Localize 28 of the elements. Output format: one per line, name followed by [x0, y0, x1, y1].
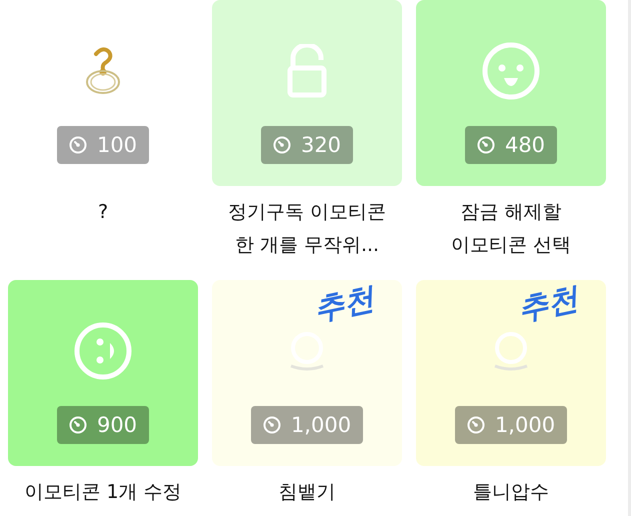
- price-value: 100: [96, 132, 138, 158]
- item-tile[interactable]: 추천 1,000: [212, 280, 402, 466]
- price-value: 480: [504, 132, 546, 158]
- recommended-label: 추천: [310, 280, 378, 330]
- item-title: 잠금 해제할 이모티콘 선택: [450, 200, 572, 258]
- clock-icon: [262, 416, 281, 434]
- item-tile[interactable]: 900: [8, 280, 198, 466]
- item-tile[interactable]: 480: [416, 0, 606, 186]
- clock-icon: [68, 416, 87, 434]
- price-value: 1,000: [494, 412, 556, 438]
- item-title: 틀니압수: [472, 480, 550, 505]
- item-tile[interactable]: 320: [212, 0, 402, 186]
- item-title: 이모티콘 1개 수정: [23, 480, 183, 505]
- item-title: 침뱉기: [278, 480, 336, 505]
- clock-icon: [272, 136, 291, 154]
- unlock-icon: [287, 44, 327, 98]
- price-value: 900: [96, 412, 138, 438]
- item-title: ?: [96, 200, 110, 225]
- clock-icon: [68, 136, 87, 154]
- clock-icon: [466, 416, 485, 434]
- price-value: 320: [300, 132, 342, 158]
- clock-icon: [476, 136, 495, 154]
- item-tile[interactable]: 추천 1,000: [416, 280, 606, 466]
- smiley-icon: [73, 321, 133, 381]
- item-title: 정기구독 이모티콘 한 개를 무작위...: [226, 200, 388, 258]
- price-value: 1,000: [290, 412, 352, 438]
- smiley-icon: [481, 41, 541, 101]
- recommended-label: 추천: [514, 280, 582, 330]
